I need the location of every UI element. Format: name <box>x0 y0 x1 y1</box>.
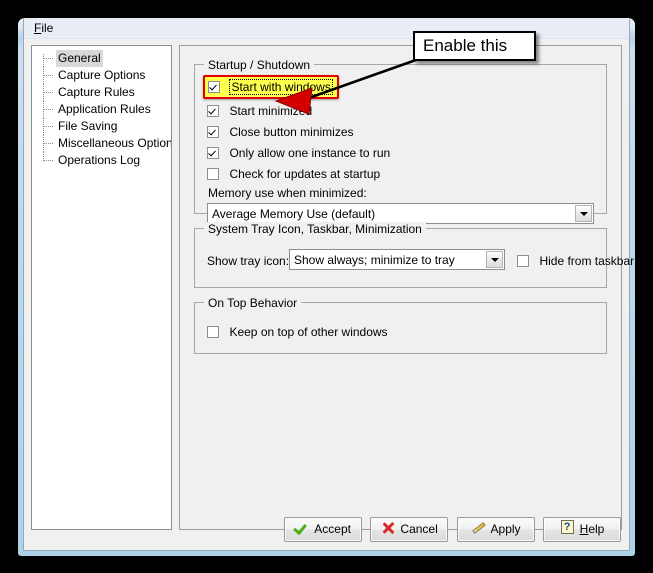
sidebar-item-file-saving[interactable]: File Saving <box>32 118 171 135</box>
sidebar-item-capture-options[interactable]: Capture Options <box>32 67 171 84</box>
checkbox-box-icon <box>207 147 219 159</box>
menu-bar: File <box>24 18 629 39</box>
sidebar-item-operations-log[interactable]: Operations Log <box>32 152 171 169</box>
checkbox-close-button-minimizes[interactable]: Close button minimizes <box>207 123 354 139</box>
annotation-callout-text: Enable this <box>423 36 508 55</box>
options-window: Automatic Screenshotter Options File Gen… <box>18 18 635 556</box>
dialog-button-bar: Accept Cancel Apply Help <box>280 517 621 545</box>
memory-use-value: Average Memory Use (default) <box>212 207 376 221</box>
client-area: General Capture Options Capture Rules Ap… <box>24 39 634 550</box>
sidebar-item-label: Capture Rules <box>58 85 135 99</box>
settings-content-panel: Startup / Shutdown Start with windows St… <box>179 45 634 530</box>
checkbox-box-icon <box>207 326 219 338</box>
checkbox-check-for-updates[interactable]: Check for updates at startup <box>207 165 380 181</box>
sidebar-item-label: Miscellaneous Options <box>58 136 172 150</box>
help-button-label: Help <box>580 518 605 541</box>
apply-button-label: Apply <box>490 522 521 536</box>
on-top-behavior-group: On Top Behavior Keep on top of other win… <box>194 296 607 354</box>
checkbox-label: Start with windows <box>229 79 333 95</box>
checkbox-box-icon <box>207 168 219 180</box>
accept-button-label: Accept <box>314 522 351 536</box>
checkbox-label: Check for updates at startup <box>229 167 381 181</box>
system-tray-group-title: System Tray Icon, Taskbar, Minimization <box>204 222 426 236</box>
checkbox-box-icon <box>517 255 529 267</box>
show-tray-icon-label: Show tray icon: <box>207 254 290 268</box>
sidebar-item-label: File Saving <box>58 119 118 133</box>
menu-file-label: ile <box>41 21 54 35</box>
memory-use-select[interactable]: Average Memory Use (default) <box>207 203 594 224</box>
show-tray-icon-value: Show always; minimize to tray <box>294 253 455 267</box>
checkbox-box-icon <box>207 126 219 138</box>
cancel-button-label: Cancel <box>400 522 438 536</box>
help-button[interactable]: Help <box>543 517 621 542</box>
sidebar-item-general[interactable]: General <box>32 50 171 67</box>
red-x-icon <box>380 520 396 536</box>
sidebar-item-capture-rules[interactable]: Capture Rules <box>32 84 171 101</box>
chevron-down-icon[interactable] <box>486 251 503 268</box>
settings-tree[interactable]: General Capture Options Capture Rules Ap… <box>31 45 172 530</box>
apply-button[interactable]: Apply <box>456 517 535 542</box>
on-top-behavior-group-title: On Top Behavior <box>204 296 302 310</box>
checkbox-only-allow-one-instance[interactable]: Only allow one instance to run <box>207 144 390 160</box>
window-client-frame: File General Capture Options Capture Rul… <box>23 18 634 551</box>
checkbox-box-icon <box>208 81 220 93</box>
checkbox-label: Only allow one instance to run <box>229 146 391 160</box>
checkbox-hide-from-taskbar[interactable]: Hide from taskbar <box>517 252 634 268</box>
settings-tree-list: General Capture Options Capture Rules Ap… <box>32 46 171 169</box>
checkbox-start-minimized[interactable]: Start minimized <box>207 102 312 118</box>
show-tray-icon-select[interactable]: Show always; minimize to tray <box>289 249 505 270</box>
checkbox-label: Hide from taskbar <box>539 254 635 268</box>
startup-shutdown-group-title: Startup / Shutdown <box>204 58 315 72</box>
checkbox-start-with-windows[interactable]: Start with windows <box>203 75 339 99</box>
checkbox-label: Start minimized <box>229 104 313 118</box>
annotation-callout: Enable this <box>413 31 536 61</box>
sidebar-item-label: Application Rules <box>58 102 151 116</box>
green-check-icon <box>294 520 310 536</box>
system-tray-group: System Tray Icon, Taskbar, Minimization … <box>194 222 634 288</box>
menu-item-file[interactable]: File <box>32 21 55 35</box>
sidebar-item-miscellaneous-options[interactable]: Miscellaneous Options <box>32 135 171 152</box>
checkbox-box-icon <box>207 105 219 117</box>
checkbox-keep-on-top[interactable]: Keep on top of other windows <box>207 323 388 339</box>
startup-shutdown-group: Startup / Shutdown Start with windows St… <box>194 58 607 224</box>
checkbox-label: Keep on top of other windows <box>229 325 388 339</box>
sidebar-item-label: Operations Log <box>58 153 141 167</box>
question-mark-icon <box>560 520 576 536</box>
chevron-down-icon[interactable] <box>575 205 592 222</box>
checkbox-label: Close button minimizes <box>229 125 354 139</box>
help-button-label-rest: elp <box>588 522 605 536</box>
sidebar-item-label: General <box>56 50 103 67</box>
cancel-button[interactable]: Cancel <box>370 517 449 542</box>
memory-use-label: Memory use when minimized: <box>208 186 367 200</box>
accept-button[interactable]: Accept <box>283 517 362 542</box>
sidebar-item-label: Capture Options <box>58 68 146 82</box>
pencil-icon <box>471 520 487 536</box>
sidebar-item-application-rules[interactable]: Application Rules <box>32 101 171 118</box>
